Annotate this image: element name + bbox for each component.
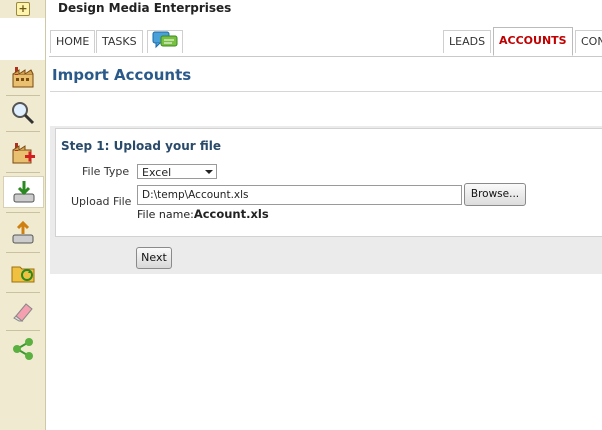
step-title: Step 1: Upload your file [61, 139, 222, 153]
tab-accounts[interactable]: ACCOUNTS [493, 27, 573, 56]
file-type-value: Excel [142, 166, 172, 179]
factory-icon[interactable] [3, 62, 42, 92]
search-icon[interactable] [3, 98, 42, 128]
upload-file-input[interactable]: D:\temp\Account.xls [137, 185, 462, 205]
left-icon-rail: + [0, 0, 46, 430]
factory-add-icon[interactable] [3, 138, 42, 168]
expand-icon[interactable]: + [16, 2, 30, 16]
upload-file-label: Upload File [71, 195, 132, 208]
upload-form: Step 1: Upload your file File Type Excel… [55, 128, 602, 237]
folder-sync-icon[interactable] [3, 257, 42, 287]
import-icon[interactable] [3, 176, 44, 208]
tab-home[interactable]: HOME [50, 30, 96, 53]
chat-icon [152, 31, 178, 57]
tab-chat[interactable] [147, 30, 183, 53]
file-name-display: File name:Account.xls [137, 207, 269, 221]
share-icon[interactable] [3, 334, 42, 364]
page-title: Import Accounts [52, 66, 192, 84]
app-title: Design Media Enterprises [58, 1, 232, 15]
next-button[interactable]: Next [136, 247, 172, 269]
title-divider [50, 91, 602, 92]
chevron-down-icon [205, 170, 213, 174]
top-navigation: HOME TASKS LEADS ACCOUNTS CON [49, 27, 602, 57]
browse-button[interactable]: Browse... [464, 183, 526, 206]
file-type-select[interactable]: Excel [137, 164, 217, 179]
tab-contacts[interactable]: CON [575, 30, 602, 53]
export-icon[interactable] [3, 218, 42, 248]
tab-leads[interactable]: LEADS [443, 30, 492, 53]
file-type-label: File Type [82, 165, 130, 178]
rail-top-area [0, 18, 45, 60]
tab-tasks[interactable]: TASKS [96, 30, 143, 53]
file-name-value: Account.xls [193, 207, 269, 221]
eraser-icon[interactable] [3, 296, 42, 326]
file-name-prefix: File name: [137, 208, 194, 221]
import-step-panel: Step 1: Upload your file File Type Excel… [50, 126, 602, 274]
